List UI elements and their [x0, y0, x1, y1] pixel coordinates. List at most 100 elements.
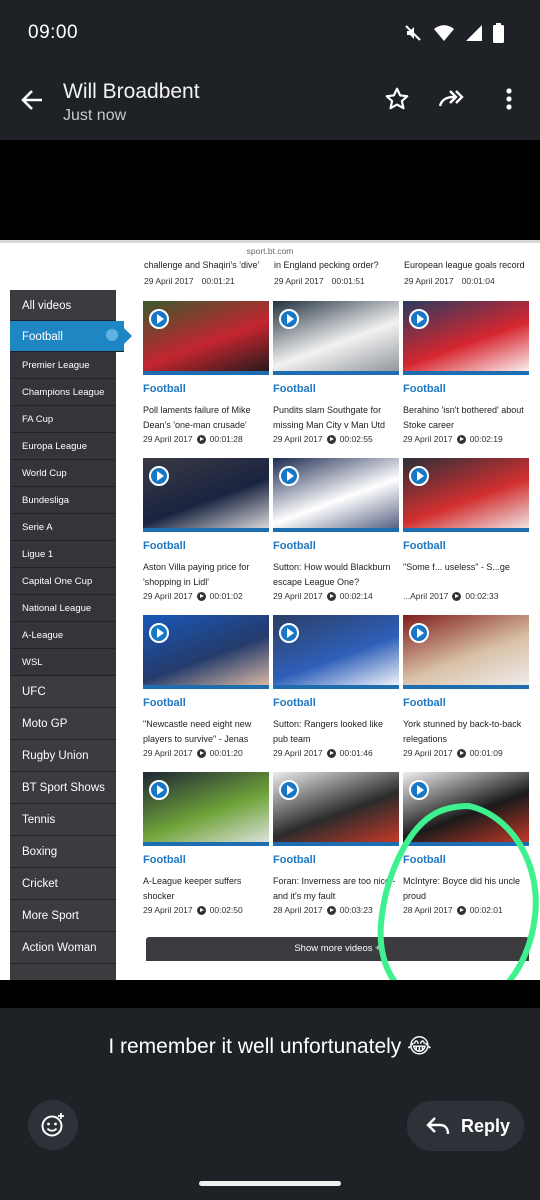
sidebar-item-capital-one-cup[interactable]: Capital One Cup	[10, 568, 116, 595]
thumbnail-bar	[403, 528, 529, 532]
video-thumbnail[interactable]	[143, 772, 269, 846]
sidebar-item-rugby-union[interactable]: Rugby Union	[10, 740, 116, 772]
sidebar-item-action-woman[interactable]: Action Woman	[10, 932, 116, 964]
sidebar-item-ufc[interactable]: UFC	[10, 676, 116, 708]
sidebar-item-boxing[interactable]: Boxing	[10, 836, 116, 868]
sidebar-item-champions-league[interactable]: Champions League	[10, 379, 116, 406]
play-icon[interactable]	[279, 780, 299, 800]
card-headline[interactable]: Sutton: How would Blackburn escape Leagu…	[273, 560, 399, 590]
play-icon[interactable]	[279, 466, 299, 486]
sidebar-item-tennis[interactable]: Tennis	[10, 804, 116, 836]
card-category[interactable]: Football	[143, 854, 186, 866]
sidebar-item-world-cup[interactable]: World Cup	[10, 460, 116, 487]
video-card[interactable]: Football A-League keeper suffers shocker 2…	[143, 772, 269, 922]
card-date: 29 April 2017	[143, 591, 193, 601]
forward-button[interactable]	[436, 82, 470, 116]
video-thumbnail[interactable]	[403, 615, 529, 689]
card-category[interactable]: Football	[273, 854, 316, 866]
video-thumbnail[interactable]	[403, 458, 529, 532]
back-arrow-icon	[21, 90, 42, 110]
video-card[interactable]: Football Sutton: Rangers looked like pub …	[273, 615, 399, 765]
play-icon[interactable]	[409, 466, 429, 486]
sidebar-item-ligue-1[interactable]: Ligue 1	[10, 541, 116, 568]
card-headline[interactable]: "Some f... useless" - S...ge	[403, 560, 529, 575]
card-category[interactable]: Football	[273, 383, 316, 395]
play-icon[interactable]	[279, 623, 299, 643]
shared-screenshot[interactable]: sport.bt.com challenge and Shaqiri's 'di…	[0, 240, 540, 980]
card-category[interactable]: Football	[143, 540, 186, 552]
add-reaction-button[interactable]	[28, 1100, 78, 1150]
sidebar-item-moto-gp[interactable]: Moto GP	[10, 708, 116, 740]
card-duration: 00:01:20	[209, 748, 243, 758]
video-thumbnail[interactable]	[143, 301, 269, 375]
play-icon[interactable]	[409, 623, 429, 643]
play-icon[interactable]	[149, 309, 169, 329]
card-category[interactable]: Football	[143, 383, 186, 395]
video-thumbnail[interactable]	[143, 458, 269, 532]
sidebar-item-a-league[interactable]: A-League	[10, 622, 116, 649]
sidebar-item-serie-a[interactable]: Serie A	[10, 514, 116, 541]
card-category[interactable]: Football	[403, 540, 446, 552]
video-card[interactable]: Football Aston Villa paying price for 'sh…	[143, 458, 269, 608]
sidebar-item-fa-cup[interactable]: FA Cup	[10, 406, 116, 433]
home-indicator[interactable]	[199, 1181, 341, 1186]
sidebar-label: Moto GP	[22, 718, 68, 730]
video-card[interactable]: Football Berahino 'isn't bothered' about …	[403, 301, 529, 451]
sidebar-item-national-league[interactable]: National League	[10, 595, 116, 622]
card-date: 29 April 2017	[403, 434, 453, 444]
sidebar-item-bt-sport-shows[interactable]: BT Sport Shows	[10, 772, 116, 804]
sidebar-item-more-sport[interactable]: More Sport	[10, 900, 116, 932]
card-headline[interactable]: A-League keeper suffers shocker	[143, 874, 269, 904]
sidebar-item-bundesliga[interactable]: Bundesliga	[10, 487, 116, 514]
card-headline[interactable]: Sutton: Rangers looked like pub team	[273, 717, 399, 747]
card-category[interactable]: Football	[273, 697, 316, 709]
video-card[interactable]: Football "Newcastle need eight new player…	[143, 615, 269, 765]
card-headline[interactable]: York stunned by back-to-back relegations	[403, 717, 529, 747]
play-icon[interactable]	[149, 466, 169, 486]
card-category[interactable]: Football	[403, 697, 446, 709]
thumbnail-bar	[143, 528, 269, 532]
video-card[interactable]: Football Pundits slam Southgate for missi…	[273, 301, 399, 451]
sidebar-item-all-videos[interactable]: All videos	[10, 290, 116, 321]
video-card[interactable]: Football "Some f... useless" - S...ge ...A…	[403, 458, 529, 608]
card-duration: 00:01:09	[469, 748, 503, 758]
card-category[interactable]: Football	[143, 697, 186, 709]
video-thumbnail[interactable]	[273, 458, 399, 532]
more-options-button[interactable]	[492, 82, 526, 116]
sidebar-item-europa-league[interactable]: Europa League	[10, 433, 116, 460]
video-thumbnail[interactable]	[273, 615, 399, 689]
video-card[interactable]: Football York stunned by back-to-back rel…	[403, 615, 529, 765]
thumbnail-bar	[143, 371, 269, 375]
card-category[interactable]: Football	[403, 383, 446, 395]
sidebar-label: Tennis	[22, 814, 56, 826]
play-icon[interactable]	[279, 309, 299, 329]
card-headline[interactable]: Aston Villa paying price for 'shopping i…	[143, 560, 269, 590]
card-duration: 00:02:14	[339, 591, 373, 601]
sidebar-item-wsl[interactable]: WSL	[10, 649, 116, 676]
sidebar-item-football[interactable]: Football	[10, 321, 132, 352]
star-icon	[385, 87, 409, 110]
card-meta: 29 April 2017 00:02:14	[273, 591, 373, 601]
card-headline[interactable]: Berahino 'isn't bothered' about Stoke ca…	[403, 403, 529, 433]
sidebar-label: World Cup	[22, 468, 67, 479]
card-date: 29 April 2017	[273, 434, 323, 444]
play-icon[interactable]	[409, 309, 429, 329]
play-icon[interactable]	[149, 623, 169, 643]
video-thumbnail[interactable]	[143, 615, 269, 689]
sidebar-item-cricket[interactable]: Cricket	[10, 868, 116, 900]
card-headline[interactable]: Poll laments failure of Mike Dean's 'one…	[143, 403, 269, 433]
sidebar-item-premier-league[interactable]: Premier League	[10, 352, 116, 379]
card-headline[interactable]: Pundits slam Southgate for missing Man C…	[273, 403, 399, 433]
signal-icon	[466, 25, 482, 41]
sidebar-label: Rugby Union	[22, 750, 89, 762]
video-card[interactable]: Football Poll laments failure of Mike Dea…	[143, 301, 269, 451]
video-thumbnail[interactable]	[403, 301, 529, 375]
reply-button[interactable]: Reply	[407, 1101, 524, 1151]
video-thumbnail[interactable]	[273, 301, 399, 375]
back-button[interactable]	[14, 82, 50, 118]
video-card[interactable]: Football Sutton: How would Blackburn esca…	[273, 458, 399, 608]
card-headline[interactable]: "Newcastle need eight new players to sur…	[143, 717, 269, 747]
card-category[interactable]: Football	[273, 540, 316, 552]
star-button[interactable]	[380, 82, 414, 116]
play-icon[interactable]	[149, 780, 169, 800]
